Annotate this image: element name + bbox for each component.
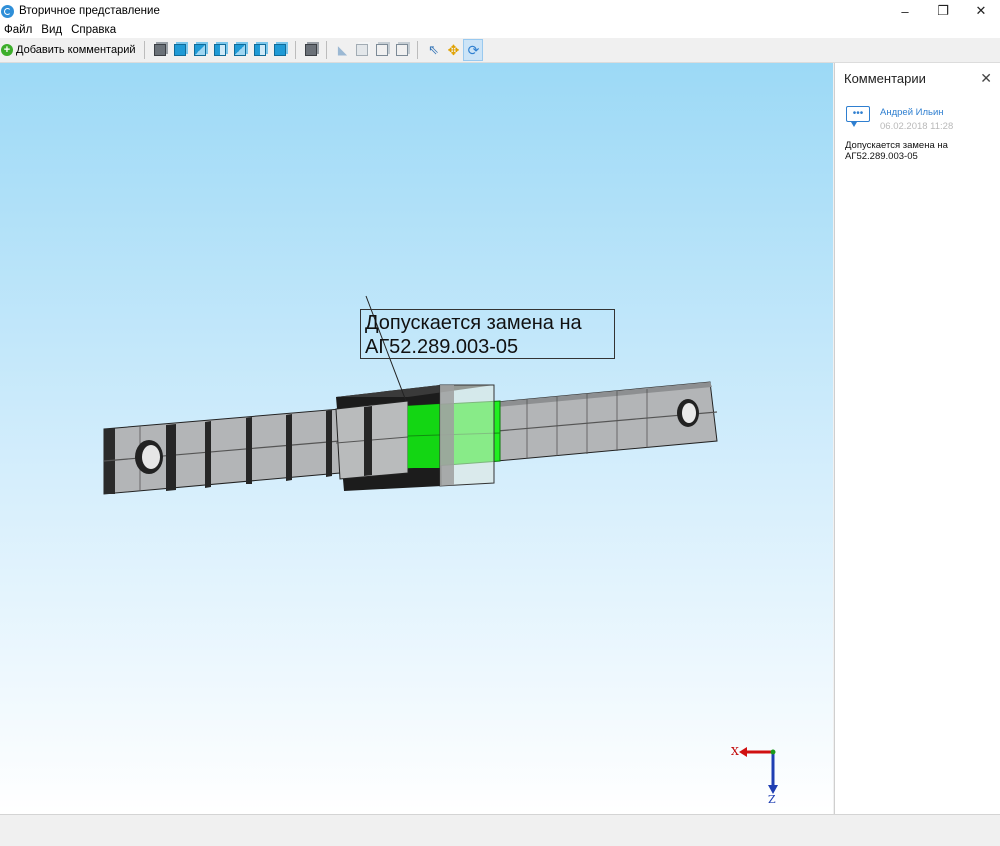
axis-z-label: Z (768, 793, 776, 806)
3d-viewport[interactable]: Допускается замена на АГ52.289.003-05 X … (0, 63, 833, 814)
comment-author[interactable]: Андрей Ильин (880, 107, 944, 118)
shaded-edges-icon[interactable] (353, 40, 371, 60)
toolbar-separator (144, 41, 146, 59)
wireframe-icon[interactable] (373, 40, 391, 60)
menu-bar: Файл Вид Справка (0, 22, 1000, 38)
annotation-line-1: Допускается замена на (365, 312, 582, 334)
top-view-icon[interactable] (251, 40, 269, 60)
menu-help[interactable]: Справка (67, 24, 121, 36)
app-logo-icon (1, 4, 14, 18)
toolbar-separator (295, 41, 297, 59)
comment-bubble-icon: ••• (846, 106, 870, 127)
iso-view-icon[interactable] (151, 40, 169, 60)
annotation-line-2: АГ52.289.003-05 (365, 336, 519, 358)
comment-text: Допускается замена на АГ52.289.003-05 (845, 140, 948, 162)
comment-date: 06.02.2018 11:28 (880, 121, 954, 132)
right-view-icon[interactable] (231, 40, 249, 60)
pan-icon[interactable]: ✥ (444, 40, 462, 60)
toolbar-separator (326, 41, 328, 59)
bottom-view-icon[interactable] (271, 40, 289, 60)
rotate-icon[interactable]: ⟳ (463, 39, 484, 61)
menu-view[interactable]: Вид (37, 24, 67, 36)
title-bar: Вторичное представление – ❐ ✕ (0, 0, 1000, 22)
add-comment-label: Добавить комментарий (16, 44, 136, 56)
window-controls: – ❐ ✕ (886, 0, 1000, 22)
toolbar-separator (417, 41, 419, 59)
menu-file[interactable]: Файл (0, 24, 37, 36)
comments-panel: Комментарии ✕ ••• Андрей Ильин 06.02.201… (834, 63, 1000, 814)
restore-button[interactable]: ❐ (924, 0, 962, 22)
annotation-callout[interactable]: Допускается замена на АГ52.289.003-05 (360, 309, 615, 359)
hidden-lines-icon[interactable]: ◣ (333, 40, 351, 60)
front-view-icon[interactable] (171, 40, 189, 60)
toolbar: + Добавить комментарий ◣ ⇖ ✥ ⟳ (0, 38, 1000, 63)
add-comment-button[interactable]: + Добавить комментарий (0, 40, 139, 60)
select-cursor-icon[interactable]: ⇖ (424, 40, 442, 60)
close-panel-button[interactable]: ✕ (980, 70, 992, 87)
window-title: Вторичное представление (19, 5, 160, 17)
minimize-button[interactable]: – (886, 0, 924, 22)
add-icon: + (1, 44, 13, 56)
back-view-icon[interactable] (191, 40, 209, 60)
axis-x-label: X (731, 745, 739, 758)
transparent-mode-icon[interactable] (393, 40, 411, 60)
status-bar (0, 814, 1000, 846)
comments-panel-title: Комментарии (844, 71, 926, 86)
close-button[interactable]: ✕ (962, 0, 1000, 22)
guide-rail-model (103, 295, 778, 794)
left-view-icon[interactable] (211, 40, 229, 60)
shaded-mode-icon[interactable] (302, 40, 320, 60)
